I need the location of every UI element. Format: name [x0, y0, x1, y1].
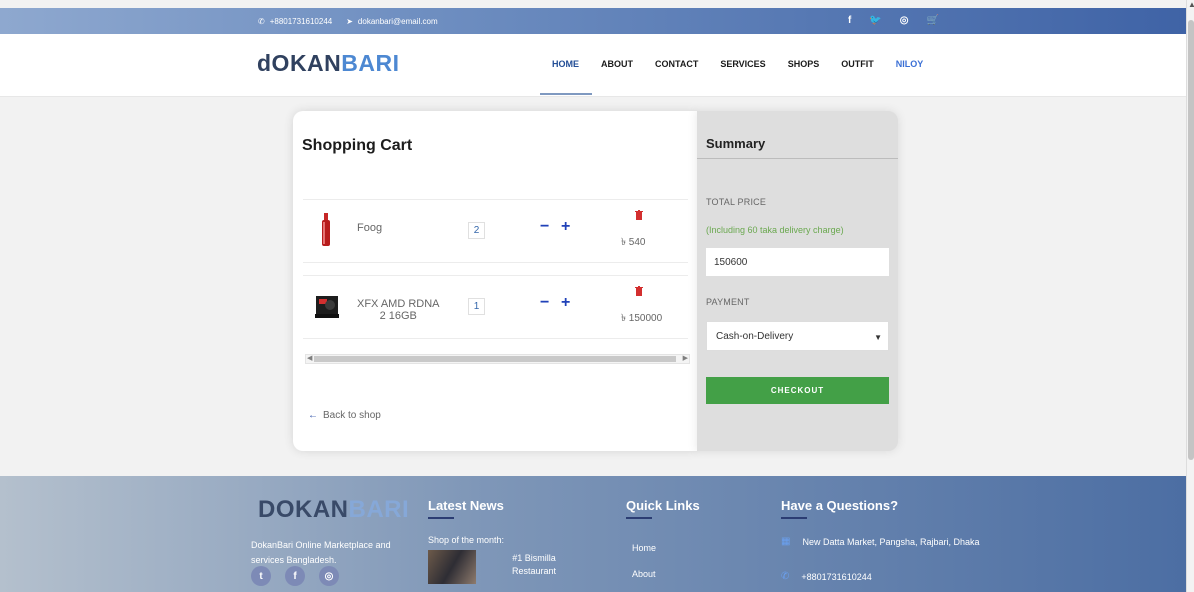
- menu-user-niloy[interactable]: NILOY: [896, 59, 924, 69]
- payment-select[interactable]: Cash-on-Delivery ▼: [706, 321, 889, 351]
- total-price-label: TOTAL PRICE: [706, 197, 767, 207]
- scrollbar-thumb[interactable]: [1188, 20, 1194, 460]
- facebook-icon[interactable]: f: [285, 566, 305, 586]
- instagram-icon[interactable]: ◎: [900, 15, 909, 26]
- decrease-quantity-button[interactable]: −: [540, 218, 549, 236]
- product-name-line1: XFX AMD RDNA: [357, 298, 440, 310]
- scroll-left-icon[interactable]: ◀: [307, 354, 312, 362]
- footer-logo-left: DOKAN: [258, 496, 349, 523]
- latest-news-bar: [428, 517, 454, 519]
- cart-item-row: Foog 2 − + ৳ 540: [303, 199, 688, 263]
- instagram-icon[interactable]: ◎: [319, 566, 339, 586]
- cart-horizontal-scrollbar[interactable]: ◀ ▶: [305, 354, 690, 364]
- back-to-shop-label: Back to shop: [323, 410, 381, 421]
- phone-text: +8801731610244: [269, 17, 333, 26]
- twitter-icon[interactable]: 🐦: [869, 15, 881, 26]
- product-price: ৳ 150000: [621, 313, 663, 324]
- product-image: [322, 213, 330, 246]
- map-icon: ▦: [781, 536, 791, 547]
- product-name: Foog: [357, 222, 383, 234]
- email-text: dokanbari@email.com: [357, 17, 438, 26]
- phone-row: ✆ +8801731610244: [781, 571, 872, 583]
- top-contact-bar: ✆ +8801731610244 ➤ dokanbari@email.com f…: [0, 8, 1186, 34]
- quick-links-bar: [626, 517, 652, 519]
- summary-divider: [697, 158, 898, 159]
- footer-social-links: t f ◎: [251, 566, 339, 586]
- news-subtitle: Shop of the month:: [428, 535, 505, 545]
- trash-icon[interactable]: [635, 210, 643, 220]
- increase-quantity-button[interactable]: +: [561, 218, 570, 236]
- send-icon: ➤: [346, 17, 353, 26]
- quantity-box[interactable]: 1: [468, 298, 485, 315]
- summary-title: Summary: [706, 136, 766, 151]
- cart-icon[interactable]: 🛒: [927, 15, 939, 26]
- questions-bar: [781, 517, 807, 519]
- phone-icon: ✆: [781, 571, 790, 582]
- menu-about[interactable]: ABOUT: [601, 59, 633, 69]
- facebook-icon[interactable]: f: [848, 15, 851, 26]
- cart-item-row: XFX AMD RDNA 2 16GB 1 − + ৳ 150000: [303, 275, 688, 339]
- phone-contact[interactable]: ✆ +8801731610244: [258, 17, 332, 26]
- footer-description: DokanBari Online Marketplace and service…: [251, 540, 391, 565]
- footer-logo-right: BARI: [348, 496, 410, 523]
- latest-news-title: Latest News: [428, 498, 504, 513]
- footer-phone-text: +8801731610244: [801, 572, 872, 582]
- news-item-title[interactable]: #1 Bismilla Restaurant: [489, 552, 579, 578]
- increase-quantity-button[interactable]: +: [561, 294, 570, 312]
- menu-outfit[interactable]: OUTFIT: [841, 59, 874, 69]
- menu-home[interactable]: HOME: [552, 59, 579, 69]
- phone-icon: ✆: [258, 17, 265, 26]
- summary-panel: Summary TOTAL PRICE (Including 60 taka d…: [697, 111, 898, 451]
- delivery-note: (Including 60 taka delivery charge): [706, 225, 844, 235]
- main-navbar: dOKANBARI HOME ABOUT CONTACT SERVICES SH…: [0, 34, 1186, 97]
- cart-title: Shopping Cart: [302, 137, 413, 154]
- questions-title: Have a Questions?: [781, 498, 899, 513]
- site-footer: DOKANBARI DokanBari Online Marketplace a…: [0, 476, 1186, 592]
- active-menu-underline: [540, 93, 592, 95]
- address-row: ▦ New Datta Market, Pangsha, Rajbari, Dh…: [781, 536, 980, 548]
- menu-services[interactable]: SERVICES: [720, 59, 765, 69]
- back-to-shop-link[interactable]: ← Back to shop: [308, 410, 381, 421]
- contact-info: ✆ +8801731610244 ➤ dokanbari@email.com: [258, 17, 438, 26]
- decrease-quantity-button[interactable]: −: [540, 294, 549, 312]
- logo-right: BARI: [341, 50, 400, 76]
- top-social-links: f 🐦 ◎ 🛒: [848, 15, 939, 26]
- address-text: New Datta Market, Pangsha, Rajbari, Dhak…: [802, 537, 980, 547]
- news-image: [428, 550, 476, 584]
- chevron-down-icon: ▼: [874, 333, 882, 342]
- payment-label: PAYMENT: [706, 297, 750, 307]
- quick-links-title: Quick Links: [626, 498, 700, 513]
- menu-contact[interactable]: CONTACT: [655, 59, 698, 69]
- email-contact[interactable]: ➤ dokanbari@email.com: [346, 17, 437, 26]
- checkout-button[interactable]: CHECKOUT: [706, 377, 889, 404]
- product-name: XFX AMD RDNA 2 16GB: [357, 298, 440, 322]
- page-scrollbar[interactable]: ▲: [1186, 0, 1194, 592]
- product-name-line2: 2 16GB: [379, 310, 417, 322]
- site-logo[interactable]: dOKANBARI: [257, 50, 400, 77]
- twitter-icon[interactable]: t: [251, 566, 271, 586]
- arrow-left-icon: ←: [308, 410, 318, 421]
- product-price: ৳ 540: [621, 237, 646, 248]
- quick-link-about[interactable]: About: [632, 569, 656, 579]
- quantity-box[interactable]: 2: [468, 222, 485, 239]
- footer-logo[interactable]: DOKANBARI: [258, 496, 409, 524]
- quick-link-home[interactable]: Home: [632, 543, 656, 553]
- logo-left: dOKAN: [257, 50, 342, 76]
- scroll-up-icon[interactable]: ▲: [1188, 0, 1194, 9]
- payment-selected-value: Cash-on-Delivery: [716, 330, 794, 342]
- product-image: [315, 296, 339, 318]
- total-price-field[interactable]: 150600: [706, 248, 889, 276]
- scroll-right-icon[interactable]: ▶: [683, 354, 688, 362]
- main-menu: HOME ABOUT CONTACT SERVICES SHOPS OUTFIT…: [552, 59, 923, 69]
- shopping-cart-panel: Shopping Cart Foog 2 − + ৳ 540 XFX AMD R…: [293, 111, 698, 451]
- scrollbar-thumb[interactable]: [314, 356, 676, 362]
- menu-shops[interactable]: SHOPS: [788, 59, 820, 69]
- trash-icon[interactable]: [635, 286, 643, 296]
